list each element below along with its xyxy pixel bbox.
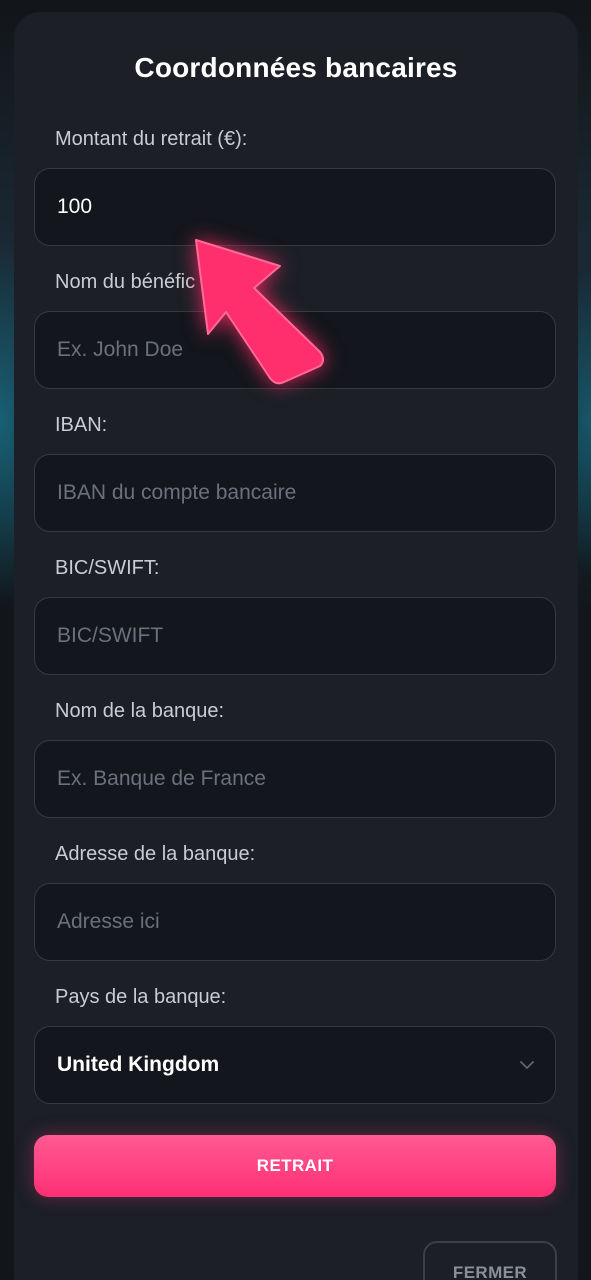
bank-address-field[interactable] — [34, 883, 556, 961]
bank-country-value: United Kingdom — [57, 1053, 220, 1076]
iban-field[interactable] — [34, 454, 556, 532]
bank-address-label: Adresse de la banque: — [55, 843, 256, 865]
bank-details-modal: Coordonnées bancaires Montant du retrait… — [14, 12, 578, 1280]
close-button[interactable]: FERMER — [423, 1241, 557, 1280]
amount-label: Montant du retrait (€): — [55, 128, 248, 150]
bic-field[interactable] — [34, 597, 556, 675]
bank-address-input[interactable] — [57, 910, 517, 934]
beneficiary-label: Nom du bénéfic — [55, 271, 196, 293]
bic-label: BIC/SWIFT: — [55, 557, 160, 579]
modal-title: Coordonnées bancaires — [134, 52, 458, 83]
bic-input[interactable] — [57, 624, 517, 648]
bank-country-label: Pays de la banque: — [55, 986, 227, 1008]
bank-name-field[interactable] — [34, 740, 556, 818]
iban-input[interactable] — [57, 481, 517, 505]
chevron-down-icon[interactable] — [517, 1055, 537, 1075]
bank-country-select[interactable]: United Kingdom — [34, 1026, 556, 1104]
amount-input[interactable] — [57, 195, 517, 219]
bank-name-input[interactable] — [57, 767, 517, 791]
pointer-arrow-icon — [195, 239, 324, 385]
iban-label: IBAN: — [55, 414, 108, 436]
withdraw-button[interactable]: RETRAIT — [34, 1135, 556, 1197]
bank-name-label: Nom de la banque: — [55, 700, 225, 722]
